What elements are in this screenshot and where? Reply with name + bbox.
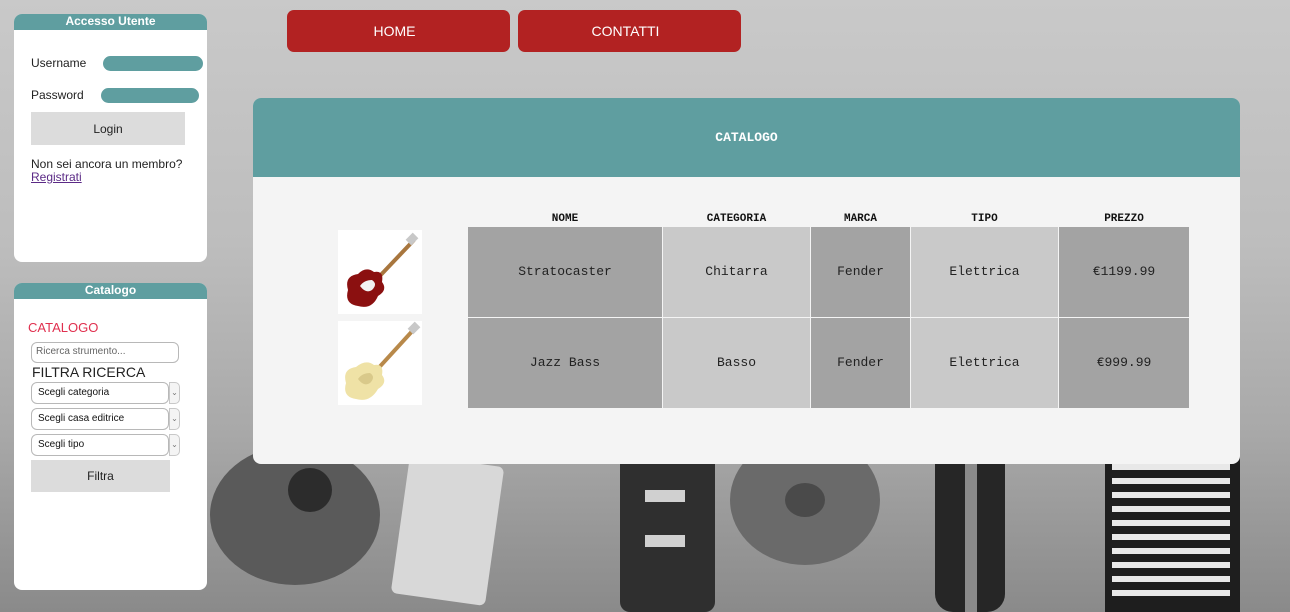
username-row: Username <box>31 53 207 73</box>
red-electric-guitar-icon[interactable] <box>338 229 422 314</box>
table-header-row: NOME CATEGORIA MARCA TIPO PREZZO <box>338 208 1190 226</box>
cell-marca: Fender <box>810 225 911 318</box>
type-select[interactable]: Scegli tipo ⌄ <box>31 434 180 456</box>
cell-prezzo: €999.99 <box>1058 316 1190 409</box>
column-header-prezzo: PREZZO <box>1104 212 1144 225</box>
publisher-select[interactable]: Scegli casa editrice ⌄ <box>31 408 180 430</box>
background-instruments-image <box>200 440 1290 612</box>
image-column-header <box>338 208 468 226</box>
chevron-down-icon: ⌄ <box>169 382 180 404</box>
login-panel-title: Accesso Utente <box>14 14 207 30</box>
search-input[interactable]: Ricerca strumento... <box>31 342 179 363</box>
username-label: Username <box>31 56 87 70</box>
publisher-select-value: Scegli casa editrice <box>38 413 125 424</box>
column-header-tipo: TIPO <box>971 212 998 225</box>
table-row[interactable]: Stratocaster Chitarra Fender Elettrica €… <box>337 225 1190 318</box>
cell-categoria: Basso <box>662 316 811 409</box>
password-input[interactable] <box>101 87 199 103</box>
login-button[interactable]: Login <box>31 112 185 145</box>
cell-nome: Stratocaster <box>467 225 663 318</box>
register-link[interactable]: Registrati <box>31 171 182 184</box>
filter-heading: FILTRA RICERCA <box>32 364 146 380</box>
column-header-marca: MARCA <box>843 212 877 225</box>
nav-contatti-button[interactable]: CONTATTI <box>518 10 741 52</box>
catalog-card: CATALOGO NOME CATEGORIA MARCA TIPO PREZZ… <box>253 98 1240 464</box>
catalog-table: NOME CATEGORIA MARCA TIPO PREZZO Stratoc… <box>337 208 1190 409</box>
column-header-nome: NOME <box>551 212 579 225</box>
cell-tipo: Elettrica <box>910 225 1059 318</box>
product-image-cell <box>337 316 468 409</box>
filter-button[interactable]: Filtra <box>31 460 170 492</box>
cell-tipo: Elettrica <box>910 316 1059 409</box>
chevron-down-icon: ⌄ <box>169 434 180 456</box>
login-panel: Accesso Utente Username Password Login N… <box>14 14 207 262</box>
nav-home-button[interactable]: HOME <box>287 10 510 52</box>
password-row: Password <box>31 85 207 105</box>
cell-categoria: Chitarra <box>662 225 811 318</box>
product-image-cell <box>337 225 468 318</box>
username-input[interactable] <box>103 55 203 71</box>
cell-marca: Fender <box>810 316 911 409</box>
catalog-filter-panel: Catalogo CATALOGO Ricerca strumento... F… <box>14 283 207 590</box>
not-member-text: Non sei ancora un membro? <box>31 157 183 171</box>
cell-nome: Jazz Bass <box>467 316 663 409</box>
catalog-panel-title: Catalogo <box>14 283 207 299</box>
category-select[interactable]: Scegli categoria ⌄ <box>31 382 180 404</box>
register-prompt: Non sei ancora un membro? Registrati <box>31 158 182 184</box>
type-select-value: Scegli tipo <box>38 439 85 450</box>
cell-prezzo: €1199.99 <box>1058 225 1190 318</box>
catalog-title: CATALOGO <box>253 98 1240 177</box>
password-label: Password <box>31 88 84 102</box>
category-select-value: Scegli categoria <box>38 387 110 398</box>
cream-bass-guitar-icon[interactable] <box>338 320 422 405</box>
column-header-categoria: CATEGORIA <box>706 212 767 225</box>
chevron-down-icon: ⌄ <box>169 408 180 430</box>
table-row[interactable]: Jazz Bass Basso Fender Elettrica €999.99 <box>337 316 1190 409</box>
catalog-heading: CATALOGO <box>28 320 99 335</box>
